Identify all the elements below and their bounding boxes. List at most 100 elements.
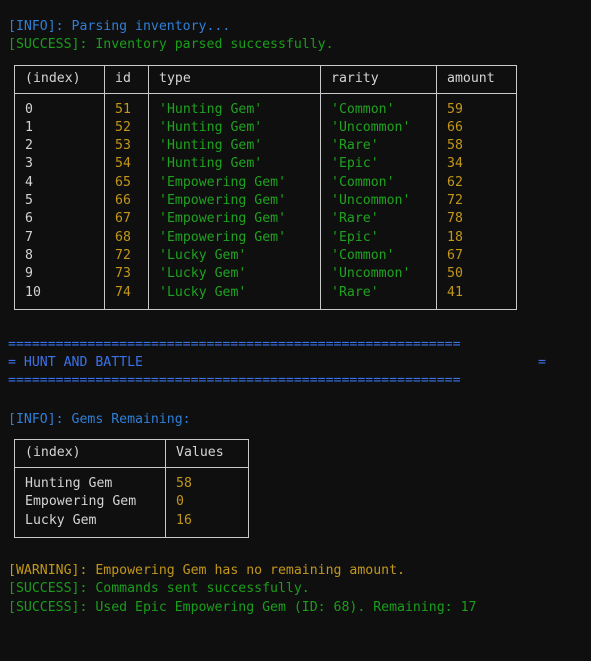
inventory-table-body: 0 51 'Hunting Gem' 'Common' 59 1 52 'Hunting G… bbox=[14, 93, 517, 310]
cell-index: 2 bbox=[14, 137, 105, 156]
table-row: 1 52 'Hunting Gem' 'Uncommon' 66 bbox=[14, 118, 517, 138]
gems-col-index: (index) bbox=[14, 439, 166, 469]
cell-gem-value: 58 bbox=[165, 467, 249, 494]
log-message-gem-used: Used Epic Empowering Gem (ID: 68). Remai… bbox=[87, 599, 477, 615]
cell-rarity: 'Rare' bbox=[320, 137, 437, 156]
cell-id: 68 bbox=[104, 228, 149, 247]
log-line-parsing-inventory: [INFO]: Parsing inventory... bbox=[0, 18, 591, 36]
cell-gem-name: Lucky Gem bbox=[14, 511, 166, 538]
cell-amount: 34 bbox=[436, 155, 517, 174]
log-message-parsing-inventory: Parsing inventory... bbox=[63, 19, 231, 34]
cell-index: 1 bbox=[14, 118, 105, 138]
log-tag-info: [INFO]: bbox=[8, 19, 64, 34]
table-row: 2 53 'Hunting Gem' 'Rare' 58 bbox=[14, 137, 517, 156]
spacer-before-gems-table bbox=[0, 429, 591, 439]
cell-gem-name: Hunting Gem bbox=[14, 467, 166, 494]
table-row: 7 68 'Empowering Gem' 'Epic' 18 bbox=[14, 228, 517, 247]
log-line-gems-remaining: [INFO]: Gems Remaining: bbox=[0, 411, 591, 429]
inventory-col-id: id bbox=[104, 65, 149, 94]
cell-rarity: 'Uncommon' bbox=[320, 265, 437, 284]
spacer-before-inventory-table bbox=[0, 55, 591, 65]
cell-amount: 50 bbox=[436, 265, 517, 284]
cell-id: 66 bbox=[104, 192, 149, 211]
terminal-console-output: [INFO]: Parsing inventory... [SUCCESS]: … bbox=[0, 0, 591, 661]
log-tag-warning: [WARNING]: bbox=[8, 562, 88, 578]
table-row: 8 72 'Lucky Gem' 'Common' 67 bbox=[14, 246, 517, 266]
cell-id: 53 bbox=[104, 137, 149, 156]
cell-id: 67 bbox=[104, 210, 149, 229]
log-message-no-remaining-amount: Empowering Gem has no remaining amount. bbox=[87, 562, 405, 578]
cell-index: 9 bbox=[14, 265, 105, 284]
inventory-col-type: type bbox=[148, 65, 321, 94]
spacer-after-banner bbox=[0, 391, 591, 411]
cell-amount: 66 bbox=[436, 118, 517, 138]
cell-amount: 41 bbox=[436, 283, 517, 310]
cell-type: 'Lucky Gem' bbox=[148, 283, 321, 310]
gems-header-row: (index) Values bbox=[14, 439, 249, 469]
log-message-inventory-parsed: Inventory parsed successfully. bbox=[87, 37, 334, 53]
cell-gem-value: 0 bbox=[165, 493, 249, 512]
gems-table-head: (index) Values bbox=[14, 439, 249, 469]
log-line-no-remaining-amount: [WARNING]: Empowering Gem has no remaini… bbox=[0, 562, 591, 580]
log-tag-success: [SUCCESS]: bbox=[8, 581, 88, 597]
log-line-gem-used: [SUCCESS]: Used Epic Empowering Gem (ID:… bbox=[0, 599, 591, 617]
table-row: 3 54 'Hunting Gem' 'Epic' 34 bbox=[14, 155, 517, 174]
spacer-before-bottom-logs bbox=[0, 538, 591, 562]
cell-amount: 58 bbox=[436, 137, 517, 156]
gems-col-values: Values bbox=[165, 439, 249, 469]
banner-rule-bottom: ========================================… bbox=[8, 373, 461, 389]
gems-table-body: Hunting Gem 58 Empowering Gem 0 Lucky Gem 1… bbox=[14, 467, 249, 538]
inventory-header-row: (index) id type rarity amount bbox=[14, 65, 517, 94]
table-row: 6 67 'Empowering Gem' 'Rare' 78 bbox=[14, 210, 517, 229]
cell-id: 65 bbox=[104, 173, 149, 193]
cell-rarity: 'Epic' bbox=[320, 228, 437, 247]
inventory-table: (index) id type rarity amount 0 51 'Huntin… bbox=[14, 64, 517, 310]
banner-left-marker: = bbox=[8, 355, 24, 371]
cell-index: 0 bbox=[14, 93, 105, 119]
cell-amount: 62 bbox=[436, 173, 517, 193]
cell-type: 'Lucky Gem' bbox=[148, 265, 321, 284]
top-spacer bbox=[0, 0, 591, 18]
cell-id: 73 bbox=[104, 265, 149, 284]
log-message-commands-sent: Commands sent successfully. bbox=[87, 581, 310, 597]
log-line-commands-sent: [SUCCESS]: Commands sent successfully. bbox=[0, 580, 591, 598]
inventory-table-head: (index) id type rarity amount bbox=[14, 65, 517, 94]
cell-rarity: 'Epic' bbox=[320, 155, 437, 174]
cell-type: 'Empowering Gem' bbox=[148, 192, 321, 211]
table-row: 5 66 'Empowering Gem' 'Uncommon' 72 bbox=[14, 192, 517, 211]
log-message-gems-remaining: Gems Remaining: bbox=[63, 411, 191, 427]
cell-index: 5 bbox=[14, 192, 105, 211]
log-line-inventory-parsed: [SUCCESS]: Inventory parsed successfully… bbox=[0, 36, 591, 54]
cell-rarity: 'Uncommon' bbox=[320, 192, 437, 211]
inventory-col-index: (index) bbox=[14, 65, 105, 94]
gems-remaining-table: (index) Values Hunting Gem 58 Empowering … bbox=[14, 439, 249, 538]
cell-gem-value: 16 bbox=[165, 511, 249, 538]
cell-id: 52 bbox=[104, 118, 149, 138]
cell-index: 4 bbox=[14, 173, 105, 193]
log-tag-success: [SUCCESS]: bbox=[8, 37, 88, 53]
cell-rarity: 'Rare' bbox=[320, 210, 437, 229]
cell-index: 8 bbox=[14, 246, 105, 266]
cell-gem-name: Empowering Gem bbox=[14, 493, 166, 512]
cell-index: 7 bbox=[14, 228, 105, 247]
cell-type: 'Empowering Gem' bbox=[148, 228, 321, 247]
cell-type: 'Hunting Gem' bbox=[148, 118, 321, 138]
cell-amount: 59 bbox=[436, 93, 517, 119]
cell-index: 3 bbox=[14, 155, 105, 174]
table-row: Hunting Gem 58 bbox=[14, 467, 249, 494]
cell-id: 72 bbox=[104, 246, 149, 266]
table-row: Empowering Gem 0 bbox=[14, 493, 249, 512]
cell-amount: 67 bbox=[436, 246, 517, 266]
cell-rarity: 'Uncommon' bbox=[320, 118, 437, 138]
cell-id: 51 bbox=[104, 93, 149, 119]
cell-rarity: 'Rare' bbox=[320, 283, 437, 310]
cell-rarity: 'Common' bbox=[320, 173, 437, 193]
cell-amount: 72 bbox=[436, 192, 517, 211]
banner-rule-top: ========================================… bbox=[8, 336, 461, 352]
banner-right-marker: = bbox=[538, 355, 546, 371]
table-row: 10 74 'Lucky Gem' 'Rare' 41 bbox=[14, 283, 517, 310]
banner-title-line: = HUNT AND BATTLE = bbox=[0, 354, 583, 372]
cell-index: 6 bbox=[14, 210, 105, 229]
table-row: 9 73 'Lucky Gem' 'Uncommon' 50 bbox=[14, 265, 517, 284]
cell-index: 10 bbox=[14, 283, 105, 310]
